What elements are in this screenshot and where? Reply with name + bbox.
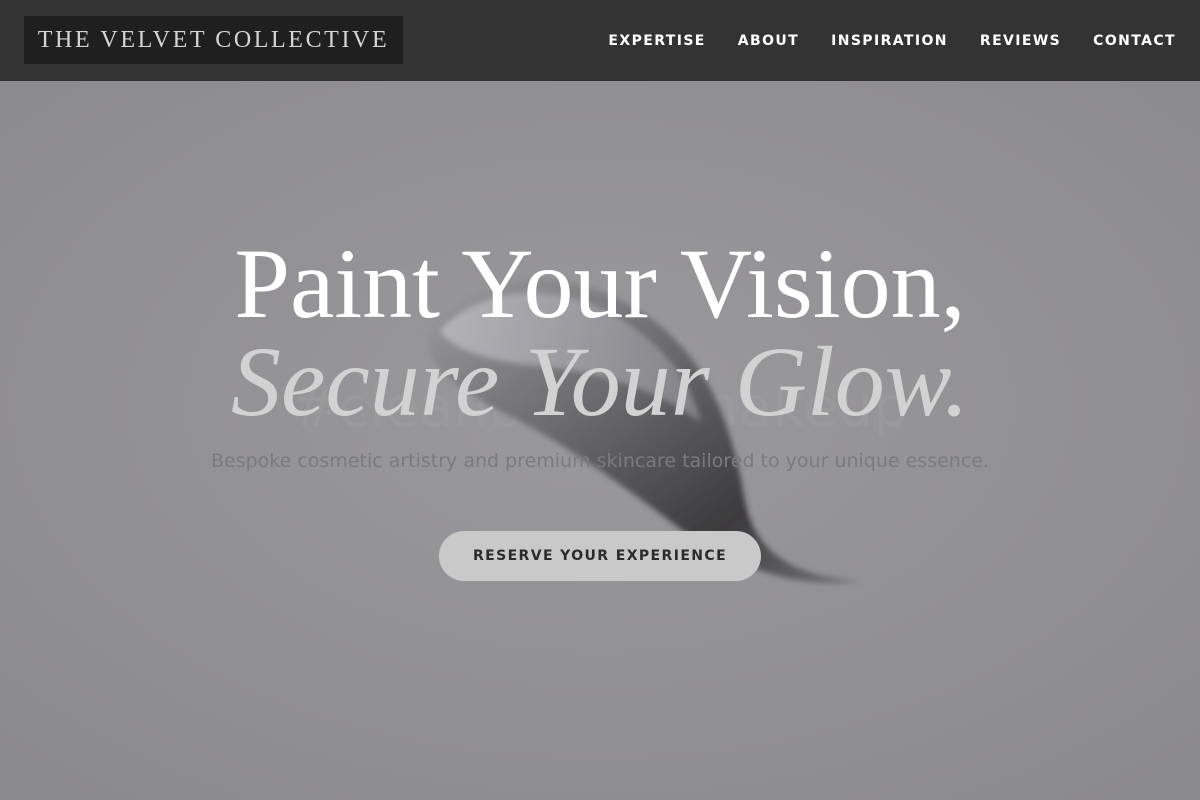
- main-nav: EXPERTISE ABOUT INSPIRATION REVIEWS CONT…: [576, 0, 1176, 81]
- logo[interactable]: THE VELVET COLLECTIVE: [24, 16, 403, 64]
- hero-subtitle: Bespoke cosmetic artistry and premium sk…: [210, 450, 990, 472]
- nav-link-reviews[interactable]: REVIEWS: [980, 33, 1061, 49]
- hero-content: Paint Your Vision, Secure Your Glow. Bes…: [0, 81, 1200, 800]
- hero-headline-line2: Secure Your Glow.: [231, 326, 969, 437]
- nav-link-expertise[interactable]: EXPERTISE: [608, 33, 705, 49]
- nav-link-about[interactable]: ABOUT: [738, 33, 799, 49]
- nav-link-inspiration[interactable]: INSPIRATION: [831, 33, 948, 49]
- hero-headline-line1: Paint Your Vision,: [234, 228, 966, 339]
- reserve-experience-button[interactable]: RESERVE YOUR EXPERIENCE: [439, 531, 761, 581]
- page: THE VELVET COLLECTIVE EXPERTISE ABOUT IN…: [0, 0, 1200, 800]
- site-header: THE VELVET COLLECTIVE EXPERTISE ABOUT IN…: [0, 0, 1200, 81]
- nav-link-contact[interactable]: CONTACT: [1093, 33, 1176, 49]
- hero-section: #cleanbeautymakeup Paint Your Vision, Se…: [0, 81, 1200, 800]
- logo-text: THE VELVET COLLECTIVE: [37, 26, 390, 53]
